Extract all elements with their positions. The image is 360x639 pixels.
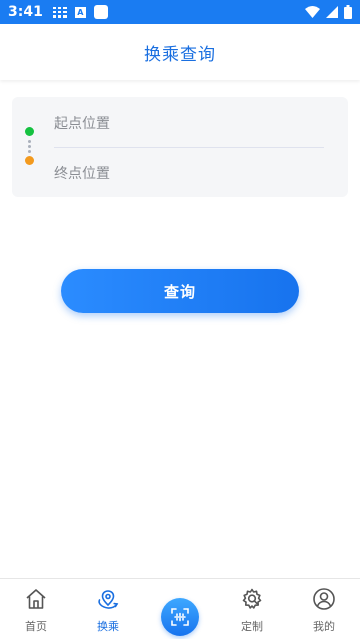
end-location-field[interactable]: 终点位置 [54,163,324,183]
custom-gear-icon [242,588,262,609]
profile-icon [313,588,335,610]
grid-icon [52,6,67,18]
system-icons [305,5,352,19]
signal-icon [326,6,338,18]
app-notification-icon [93,5,108,19]
notification-icons: A [52,5,108,19]
tab-profile[interactable]: 我的 [288,579,360,639]
home-icon [26,589,46,609]
scan-button[interactable] [161,598,199,636]
field-divider [54,147,324,148]
tab-home-label: 首页 [25,620,47,633]
status-time: 3:41 [8,4,43,20]
tab-custom-label: 定制 [241,620,263,633]
status-bar: 3:41 A [0,0,360,24]
bottom-tab-bar: 首页 换乘 定制 我的 [0,578,360,639]
tab-profile-label: 我的 [313,620,335,633]
route-dots-icon [28,150,31,153]
start-dot-icon [25,127,34,136]
transfer-location-icon [98,590,119,609]
query-button[interactable]: 查询 [61,269,299,313]
battery-icon [344,5,352,19]
tab-scan[interactable] [144,579,216,639]
route-dots-icon [28,140,31,143]
route-card: 起点位置 终点位置 [12,97,348,197]
tab-transfer[interactable]: 换乘 [72,579,144,639]
a-badge-icon: A [74,6,86,18]
tab-home[interactable]: 首页 [0,579,72,639]
tab-custom[interactable]: 定制 [216,579,288,639]
scan-icon [171,608,189,626]
query-button-label: 查询 [163,282,196,301]
wifi-icon [305,6,320,18]
tab-transfer-label: 换乘 [97,620,119,633]
end-dot-icon [25,156,34,165]
route-dots-icon [28,145,31,148]
start-location-field[interactable]: 起点位置 [54,113,324,133]
page-title: 换乘查询 [144,44,216,65]
app-header: 换乘查询 [0,24,360,80]
